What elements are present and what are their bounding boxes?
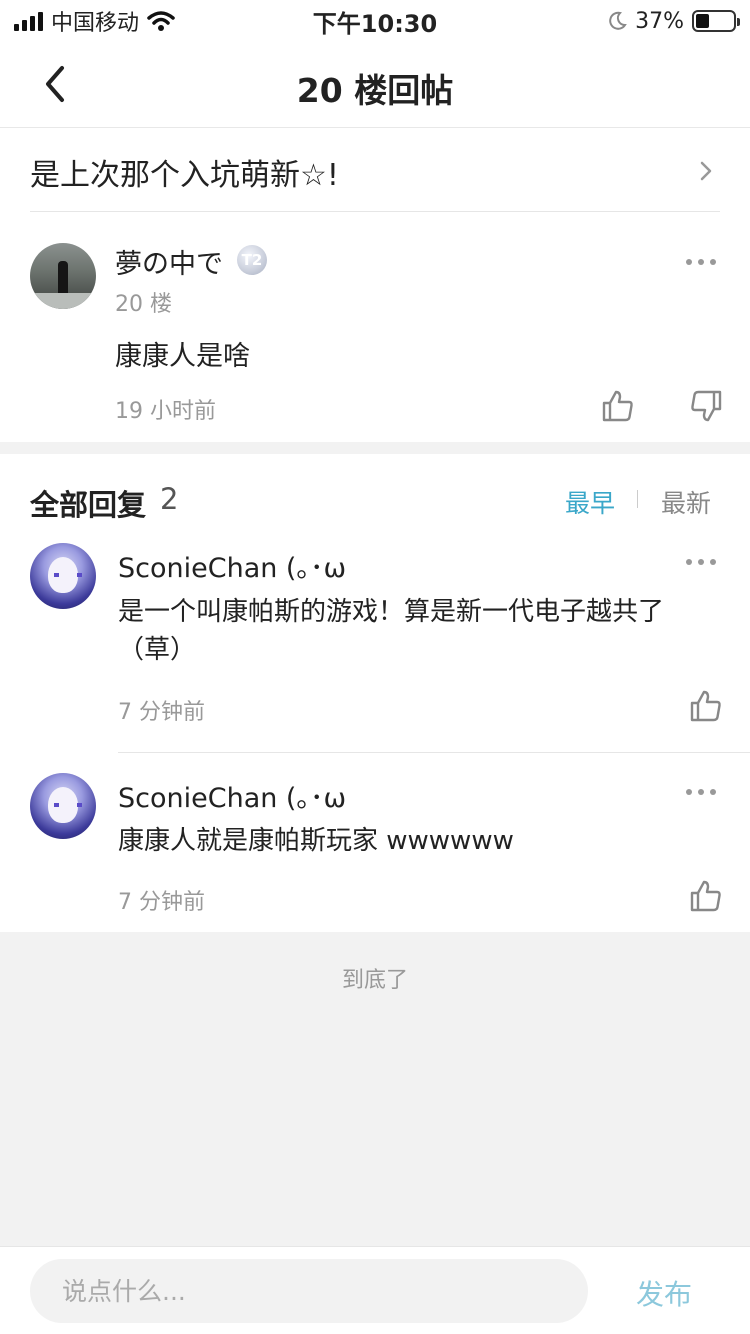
battery-percent: 37% xyxy=(635,8,684,34)
chevron-right-icon xyxy=(700,161,712,181)
end-of-list-label: 到底了 xyxy=(341,968,408,993)
floor-content: 康康人是啥 xyxy=(115,341,250,372)
page-title: 20 楼回帖 xyxy=(296,71,454,110)
reply-username[interactable]: SconieChan (｡･ω xyxy=(118,776,346,815)
more-icon[interactable] xyxy=(686,557,716,567)
comment-composer: 发布 xyxy=(0,1246,750,1334)
reply-time: 7 分钟前 xyxy=(118,890,205,915)
level-badge-icon: T2 xyxy=(237,245,267,275)
thread-link[interactable]: 是上次那个入坑萌新☆! xyxy=(30,128,720,212)
battery-icon xyxy=(692,10,740,32)
avatar[interactable] xyxy=(30,543,96,609)
reply-content: 康康人就是康帕斯玩家 wwwwww xyxy=(118,826,514,856)
floor-time: 19 小时前 xyxy=(115,399,216,424)
more-icon[interactable] xyxy=(686,787,716,797)
thread-title: 是上次那个入坑萌新☆! xyxy=(30,158,339,193)
floor-username[interactable]: 夢の中で xyxy=(115,242,223,281)
avatar[interactable] xyxy=(30,243,96,309)
nav-bar: 20 楼回帖 xyxy=(0,42,750,128)
avatar[interactable] xyxy=(30,773,96,839)
sort-divider xyxy=(637,490,638,508)
thumbs-up-icon[interactable] xyxy=(601,389,635,423)
thumbs-down-icon[interactable] xyxy=(689,389,723,423)
sort-earliest-tab[interactable]: 最早 xyxy=(565,484,615,520)
more-icon[interactable] xyxy=(686,257,716,267)
replies-section: 全部回复 2 最早 最新 SconieChan (｡･ω 是一个叫康帕斯的游戏！… xyxy=(0,454,750,932)
status-bar: 中国移动 下午10:30 37% xyxy=(0,0,750,42)
status-right: 37% xyxy=(607,6,740,36)
reply-content: 是一个叫康帕斯的游戏！算是新一代电子越共了（草） xyxy=(118,597,665,665)
moon-icon xyxy=(609,11,627,30)
reply-username[interactable]: SconieChan (｡･ω xyxy=(118,546,346,585)
reply-time: 7 分钟前 xyxy=(118,700,205,725)
replies-title: 全部回复 xyxy=(30,488,147,522)
reply-divider xyxy=(118,752,750,753)
replies-count: 2 xyxy=(160,482,179,516)
thumbs-up-icon[interactable] xyxy=(689,879,723,913)
thumbs-up-icon[interactable] xyxy=(689,689,723,723)
comment-input[interactable] xyxy=(30,1259,588,1323)
floor-card: 是上次那个入坑萌新☆! 夢の中で T2 20 楼 康康人是啥 19 小时前 xyxy=(0,128,750,442)
publish-button[interactable]: 发布 xyxy=(636,1273,692,1313)
sort-newest-tab[interactable]: 最新 xyxy=(661,484,711,520)
floor-number: 20 楼 xyxy=(115,292,172,317)
